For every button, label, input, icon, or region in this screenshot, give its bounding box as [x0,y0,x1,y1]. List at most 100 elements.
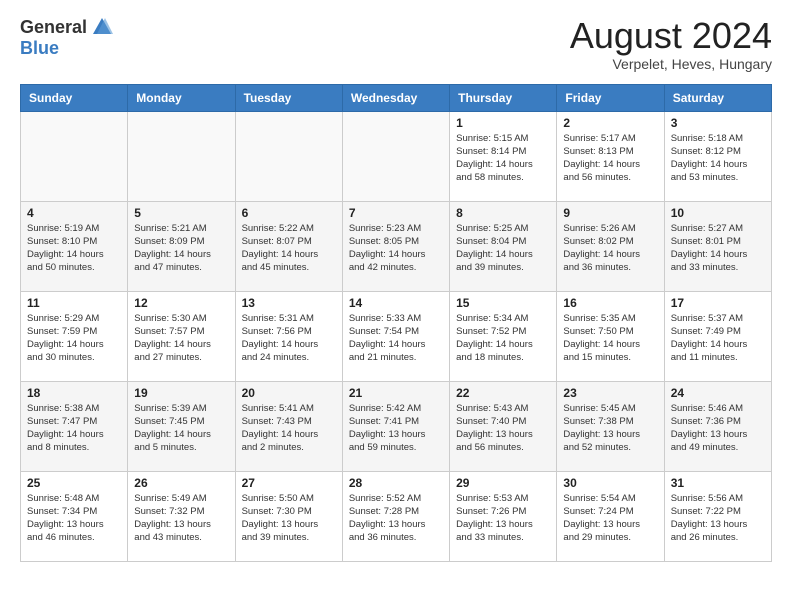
calendar-cell: 15 Sunrise: 5:34 AMSunset: 7:52 PMDayligh… [450,291,557,381]
day-info: Sunrise: 5:48 AMSunset: 7:34 PMDaylight:… [27,492,121,545]
day-info: Sunrise: 5:25 AMSunset: 8:04 PMDaylight:… [456,222,550,275]
calendar-cell: 6 Sunrise: 5:22 AMSunset: 8:07 PMDaylight… [235,201,342,291]
day-number: 11 [27,296,121,310]
day-number: 19 [134,386,228,400]
logo: General Blue [20,16,113,59]
day-info: Sunrise: 5:33 AMSunset: 7:54 PMDaylight:… [349,312,443,365]
day-number: 14 [349,296,443,310]
day-number: 5 [134,206,228,220]
calendar-header: SundayMondayTuesdayWednesdayThursdayFrid… [21,84,772,111]
day-info: Sunrise: 5:21 AMSunset: 8:09 PMDaylight:… [134,222,228,275]
day-number: 17 [671,296,765,310]
day-number: 6 [242,206,336,220]
day-info: Sunrise: 5:50 AMSunset: 7:30 PMDaylight:… [242,492,336,545]
day-info: Sunrise: 5:41 AMSunset: 7:43 PMDaylight:… [242,402,336,455]
day-number: 23 [563,386,657,400]
day-number: 22 [456,386,550,400]
logo-icon [91,16,113,38]
day-number: 4 [27,206,121,220]
day-number: 27 [242,476,336,490]
day-info: Sunrise: 5:34 AMSunset: 7:52 PMDaylight:… [456,312,550,365]
weekday-header: Saturday [664,84,771,111]
day-number: 30 [563,476,657,490]
calendar-cell: 18Sunrise: 5:38 AMSunset: 7:47 PMDayligh… [21,381,128,471]
calendar-cell: 7 Sunrise: 5:23 AMSunset: 8:05 PMDaylight… [342,201,449,291]
day-number: 16 [563,296,657,310]
day-number: 20 [242,386,336,400]
weekday-header: Thursday [450,84,557,111]
day-info: Sunrise: 5:52 AMSunset: 7:28 PMDaylight:… [349,492,443,545]
day-number: 26 [134,476,228,490]
calendar-table: SundayMondayTuesdayWednesdayThursdayFrid… [20,84,772,562]
day-number: 3 [671,116,765,130]
day-info: Sunrise: 5:26 AMSunset: 8:02 PMDaylight:… [563,222,657,275]
weekday-header: Wednesday [342,84,449,111]
day-info: Sunrise: 5:19 AMSunset: 8:10 PMDaylight:… [27,222,121,275]
day-info: Sunrise: 5:37 AMSunset: 7:49 PMDaylight:… [671,312,765,365]
day-number: 25 [27,476,121,490]
calendar-cell: 25 Sunrise: 5:48 AMSunset: 7:34 PMDayligh… [21,471,128,561]
day-info: Sunrise: 5:18 AMSunset: 8:12 PMDaylight:… [671,132,765,185]
day-info: Sunrise: 5:23 AMSunset: 8:05 PMDaylight:… [349,222,443,275]
calendar-cell: 2Sunrise: 5:17 AMSunset: 8:13 PMDaylight… [557,111,664,201]
title-area: August 2024 Verpelet, Heves, Hungary [570,16,772,72]
day-info: Sunrise: 5:56 AMSunset: 7:22 PMDaylight:… [671,492,765,545]
day-number: 10 [671,206,765,220]
calendar-cell: 26 Sunrise: 5:49 AMSunset: 7:32 PMDayligh… [128,471,235,561]
calendar-cell: 23 Sunrise: 5:45 AMSunset: 7:38 PMDayligh… [557,381,664,471]
calendar-cell: 29 Sunrise: 5:53 AMSunset: 7:26 PMDayligh… [450,471,557,561]
day-number: 29 [456,476,550,490]
calendar-cell: 14 Sunrise: 5:33 AMSunset: 7:54 PMDayligh… [342,291,449,381]
calendar-cell: 27 Sunrise: 5:50 AMSunset: 7:30 PMDayligh… [235,471,342,561]
day-info: Sunrise: 5:31 AMSunset: 7:56 PMDaylight:… [242,312,336,365]
day-info: Sunrise: 5:22 AMSunset: 8:07 PMDaylight:… [242,222,336,275]
day-number: 15 [456,296,550,310]
weekday-header: Monday [128,84,235,111]
day-info: Sunrise: 5:49 AMSunset: 7:32 PMDaylight:… [134,492,228,545]
day-number: 9 [563,206,657,220]
day-info: Sunrise: 5:17 AMSunset: 8:13 PMDaylight:… [563,132,657,185]
day-number: 21 [349,386,443,400]
calendar-cell: 30 Sunrise: 5:54 AMSunset: 7:24 PMDayligh… [557,471,664,561]
calendar-cell: 8 Sunrise: 5:25 AMSunset: 8:04 PMDaylight… [450,201,557,291]
calendar-cell [342,111,449,201]
day-number: 12 [134,296,228,310]
weekday-header: Tuesday [235,84,342,111]
day-info: Sunrise: 5:27 AMSunset: 8:01 PMDaylight:… [671,222,765,275]
calendar-cell: 16Sunrise: 5:35 AMSunset: 7:50 PMDayligh… [557,291,664,381]
day-number: 31 [671,476,765,490]
weekday-header: Sunday [21,84,128,111]
logo-general-text: General [20,17,87,38]
calendar-cell: 9 Sunrise: 5:26 AMSunset: 8:02 PMDaylight… [557,201,664,291]
calendar-cell: 11 Sunrise: 5:29 AMSunset: 7:59 PMDayligh… [21,291,128,381]
calendar-cell: 13Sunrise: 5:31 AMSunset: 7:56 PMDayligh… [235,291,342,381]
calendar-cell: 21 Sunrise: 5:42 AMSunset: 7:41 PMDayligh… [342,381,449,471]
calendar-cell: 19Sunrise: 5:39 AMSunset: 7:45 PMDayligh… [128,381,235,471]
calendar-week: 25 Sunrise: 5:48 AMSunset: 7:34 PMDayligh… [21,471,772,561]
day-number: 24 [671,386,765,400]
calendar-week: 18Sunrise: 5:38 AMSunset: 7:47 PMDayligh… [21,381,772,471]
calendar-week: 1 Sunrise: 5:15 AMSunset: 8:14 PMDaylight… [21,111,772,201]
calendar-cell: 24Sunrise: 5:46 AMSunset: 7:36 PMDayligh… [664,381,771,471]
day-number: 28 [349,476,443,490]
day-info: Sunrise: 5:54 AMSunset: 7:24 PMDaylight:… [563,492,657,545]
calendar-cell: 22 Sunrise: 5:43 AMSunset: 7:40 PMDayligh… [450,381,557,471]
day-info: Sunrise: 5:43 AMSunset: 7:40 PMDaylight:… [456,402,550,455]
day-info: Sunrise: 5:53 AMSunset: 7:26 PMDaylight:… [456,492,550,545]
calendar-cell: 3 Sunrise: 5:18 AMSunset: 8:12 PMDaylight… [664,111,771,201]
calendar-cell: 20 Sunrise: 5:41 AMSunset: 7:43 PMDayligh… [235,381,342,471]
day-info: Sunrise: 5:29 AMSunset: 7:59 PMDaylight:… [27,312,121,365]
day-info: Sunrise: 5:45 AMSunset: 7:38 PMDaylight:… [563,402,657,455]
calendar-cell [21,111,128,201]
month-title: August 2024 [570,16,772,56]
calendar-cell [235,111,342,201]
day-info: Sunrise: 5:15 AMSunset: 8:14 PMDaylight:… [456,132,550,185]
day-number: 8 [456,206,550,220]
calendar-week: 11 Sunrise: 5:29 AMSunset: 7:59 PMDayligh… [21,291,772,381]
day-number: 7 [349,206,443,220]
day-info: Sunrise: 5:42 AMSunset: 7:41 PMDaylight:… [349,402,443,455]
day-number: 1 [456,116,550,130]
logo-blue-text: Blue [20,38,59,59]
calendar-body: 1 Sunrise: 5:15 AMSunset: 8:14 PMDaylight… [21,111,772,561]
day-info: Sunrise: 5:38 AMSunset: 7:47 PMDaylight:… [27,402,121,455]
